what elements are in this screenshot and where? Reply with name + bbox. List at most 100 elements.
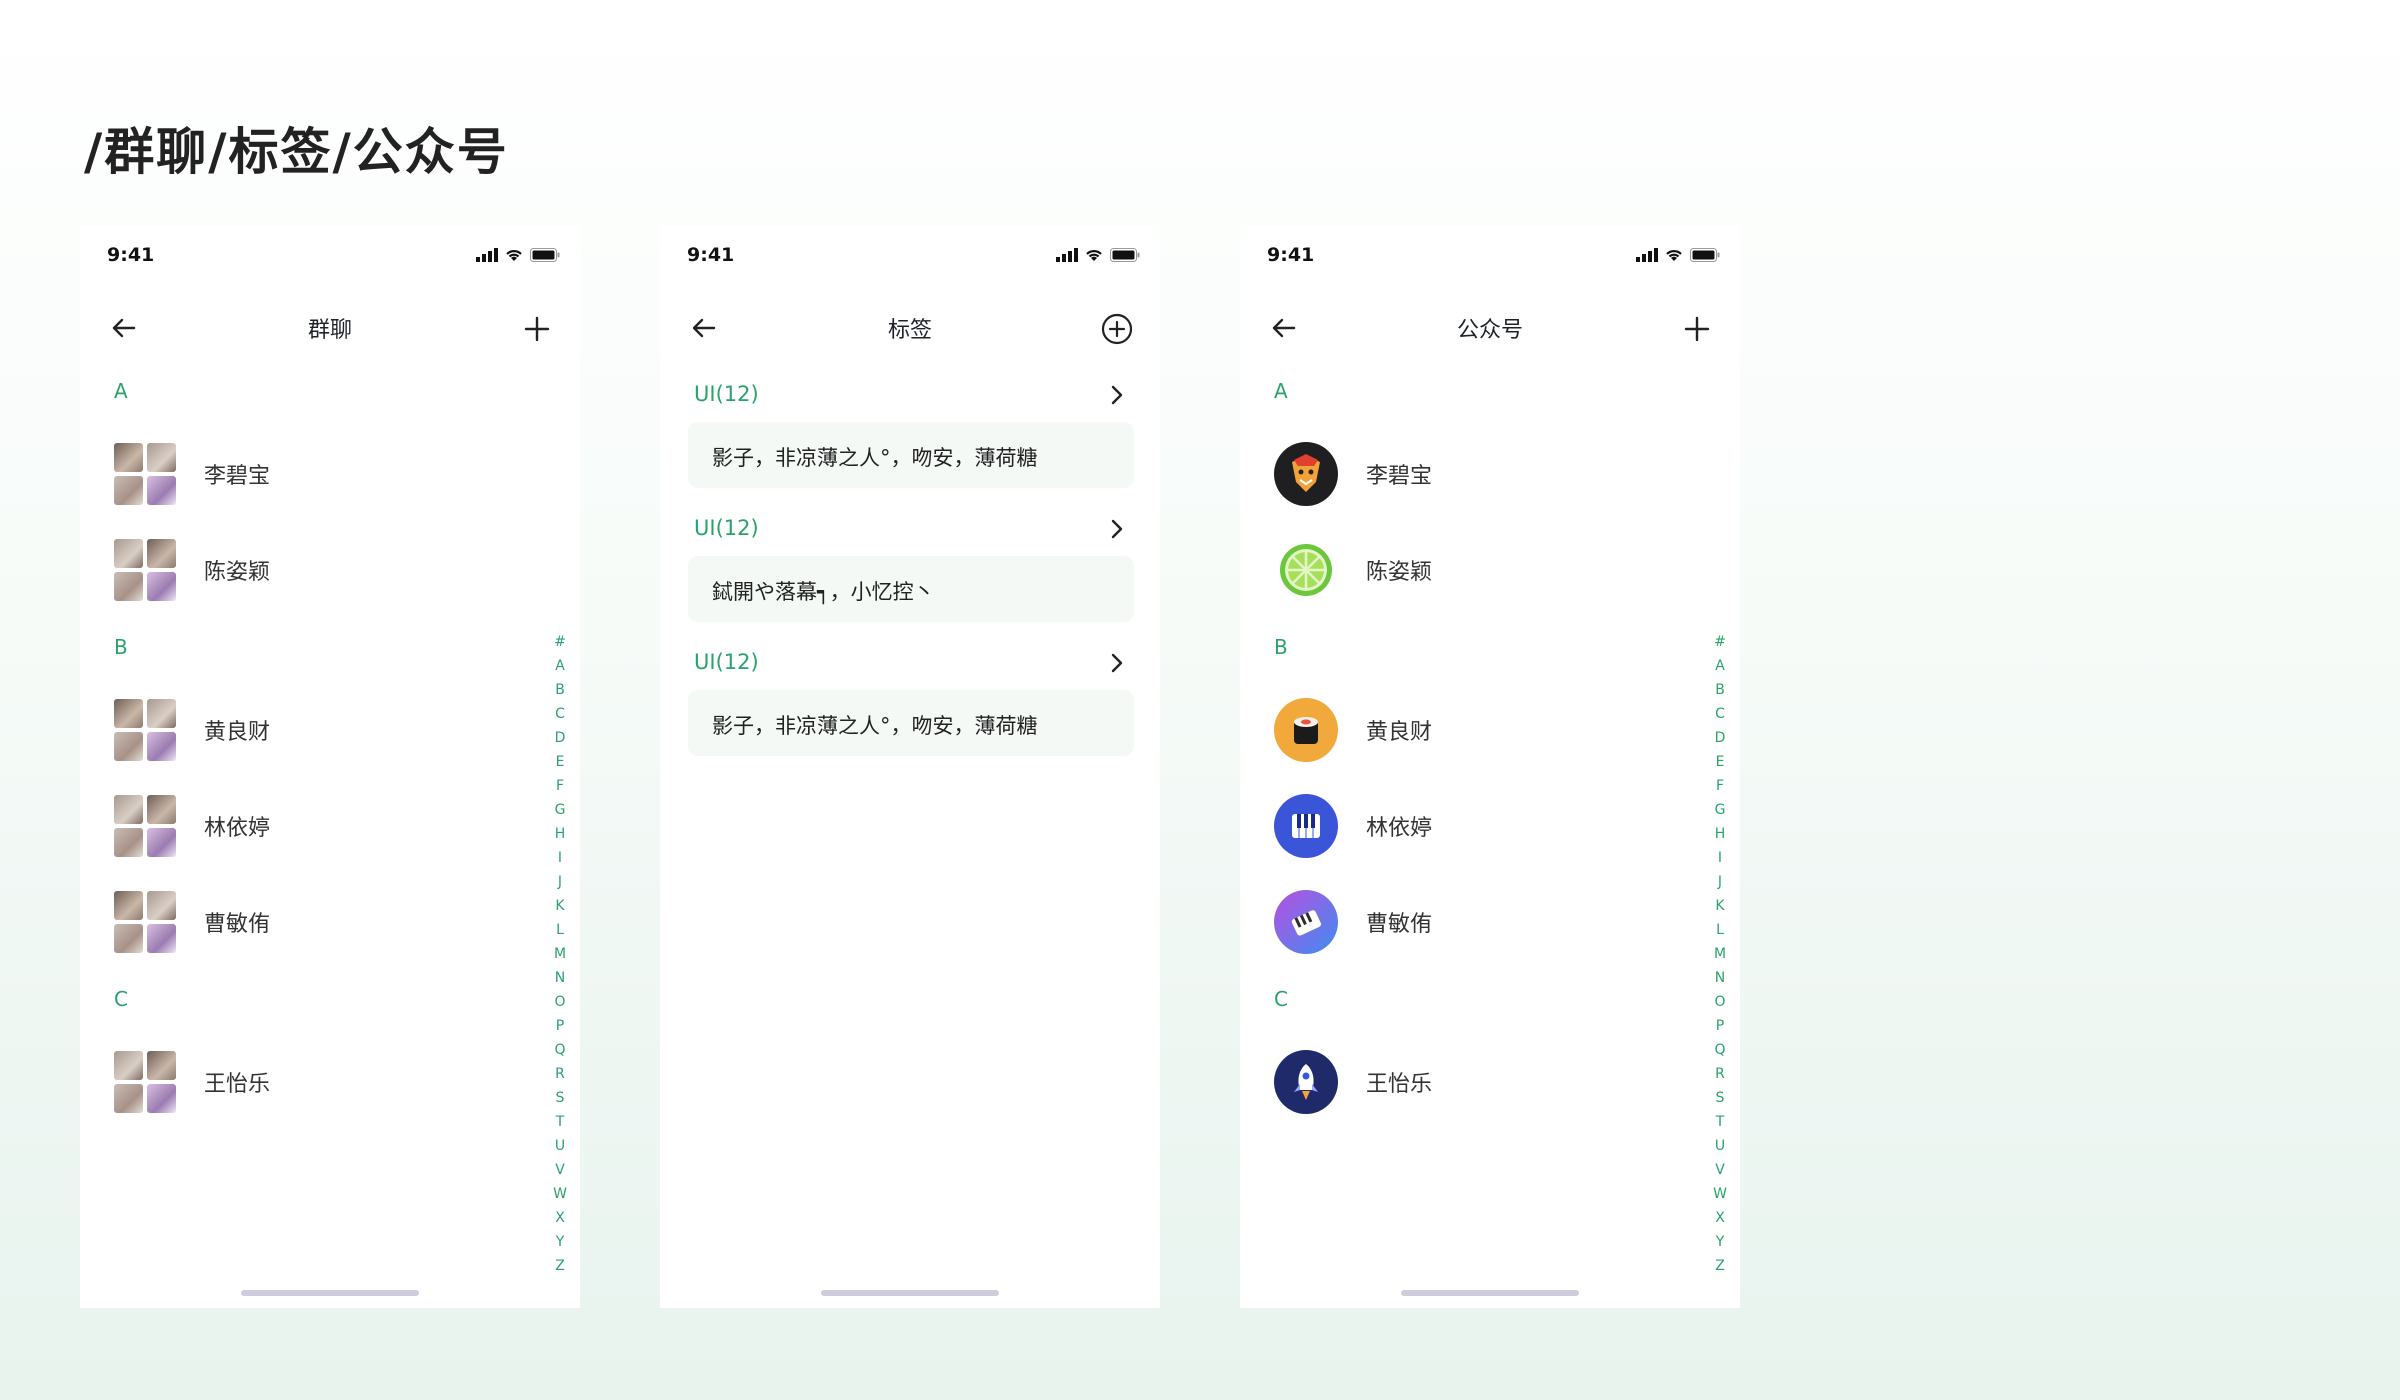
index-letter[interactable]: T bbox=[1716, 1110, 1725, 1134]
index-letter[interactable]: J bbox=[558, 870, 562, 894]
index-letter[interactable]: F bbox=[1716, 774, 1724, 798]
index-letter[interactable]: # bbox=[554, 630, 566, 654]
tag-members[interactable]: 鋱開や落幕┑，小忆控丶 bbox=[688, 556, 1134, 622]
group-avatar bbox=[114, 443, 176, 505]
index-letter[interactable]: W bbox=[1713, 1182, 1727, 1206]
account-row[interactable]: 林依婷 bbox=[1274, 792, 1654, 860]
index-letter[interactable]: C bbox=[555, 702, 565, 726]
account-name: 王怡乐 bbox=[1366, 1072, 1433, 1097]
index-letter[interactable]: J bbox=[1718, 870, 1722, 894]
status-bar: 9:41 bbox=[1240, 226, 1740, 286]
index-letter[interactable]: V bbox=[555, 1158, 565, 1182]
index-letter[interactable]: Q bbox=[1714, 1038, 1725, 1062]
index-letter[interactable]: S bbox=[556, 1086, 565, 1110]
account-row[interactable]: 王怡乐 bbox=[1274, 1048, 1654, 1116]
battery-icon bbox=[1110, 248, 1140, 262]
account-row[interactable]: 陈姿颖 bbox=[1274, 536, 1654, 604]
plus-icon[interactable] bbox=[520, 312, 554, 346]
index-letter[interactable]: R bbox=[555, 1062, 565, 1086]
group-row[interactable]: 李碧宝 bbox=[114, 440, 494, 508]
index-letter[interactable]: R bbox=[1715, 1062, 1725, 1086]
index-letter[interactable]: Z bbox=[1715, 1254, 1725, 1278]
wifi-icon bbox=[1086, 250, 1102, 261]
index-letter[interactable]: A bbox=[1715, 654, 1725, 678]
nav-title: 群聊 bbox=[307, 318, 352, 343]
index-letter[interactable]: L bbox=[556, 918, 564, 942]
index-letter[interactable]: N bbox=[1715, 966, 1725, 990]
index-letter[interactable]: U bbox=[555, 1134, 565, 1158]
index-letter[interactable]: S bbox=[1716, 1086, 1725, 1110]
index-letter[interactable]: K bbox=[1715, 894, 1724, 918]
signal-icon bbox=[1056, 248, 1078, 262]
account-row[interactable]: 李碧宝 bbox=[1274, 440, 1654, 508]
account-name: 曹敏侑 bbox=[1366, 912, 1433, 937]
signal-icon bbox=[1636, 248, 1658, 262]
group-row[interactable]: 林依婷 bbox=[114, 792, 494, 860]
index-letter[interactable]: H bbox=[1715, 822, 1726, 846]
battery-icon bbox=[530, 248, 560, 262]
index-letter[interactable]: E bbox=[1716, 750, 1725, 774]
index-letter[interactable]: O bbox=[554, 990, 565, 1014]
group-row[interactable]: 黄良财 bbox=[114, 696, 494, 764]
index-letter[interactable]: C bbox=[1715, 702, 1725, 726]
account-row[interactable]: 黄良财 bbox=[1274, 696, 1654, 764]
index-letter[interactable]: N bbox=[555, 966, 565, 990]
index-letter[interactable]: D bbox=[555, 726, 566, 750]
tag-members[interactable]: 影子，非凉薄之人°，吻安，薄荷糖 bbox=[688, 690, 1134, 756]
group-row[interactable]: 曹敏侑 bbox=[114, 888, 494, 956]
chevron-right-icon bbox=[1111, 519, 1123, 539]
index-letter[interactable]: P bbox=[556, 1014, 564, 1038]
index-letter[interactable]: U bbox=[1715, 1134, 1725, 1158]
index-letter[interactable]: I bbox=[558, 846, 562, 870]
index-letter[interactable]: D bbox=[1715, 726, 1726, 750]
tag-header[interactable]: UI(12) bbox=[694, 510, 1134, 550]
account-row[interactable]: 曹敏侑 bbox=[1274, 888, 1654, 956]
piano-icon bbox=[1274, 794, 1338, 858]
index-letter[interactable]: # bbox=[1714, 630, 1726, 654]
index-letter[interactable]: G bbox=[1715, 798, 1726, 822]
tag-members[interactable]: 影子，非凉薄之人°，吻安，薄荷糖 bbox=[688, 422, 1134, 488]
alphabet-index[interactable]: # A B C D E F G H I J K L M N O P Q R S T U V W X Y Z bbox=[1710, 630, 1730, 1278]
status-time: 9:41 bbox=[107, 244, 155, 266]
status-bar: 9:41 bbox=[660, 226, 1160, 286]
index-letter[interactable]: W bbox=[553, 1182, 567, 1206]
index-letter[interactable]: F bbox=[556, 774, 564, 798]
plus-circle-icon[interactable] bbox=[1100, 312, 1134, 346]
index-letter[interactable]: A bbox=[555, 654, 565, 678]
status-time: 9:41 bbox=[1267, 244, 1315, 266]
group-name: 曹敏侑 bbox=[204, 912, 271, 937]
index-letter[interactable]: M bbox=[554, 942, 566, 966]
index-letter[interactable]: M bbox=[1714, 942, 1726, 966]
group-row[interactable]: 王怡乐 bbox=[114, 1048, 494, 1116]
index-letter[interactable]: Z bbox=[555, 1254, 565, 1278]
group-name: 林依婷 bbox=[204, 816, 271, 841]
index-letter[interactable]: X bbox=[1715, 1206, 1725, 1230]
index-letter[interactable]: K bbox=[555, 894, 564, 918]
index-letter[interactable]: B bbox=[1715, 678, 1725, 702]
index-letter[interactable]: E bbox=[556, 750, 565, 774]
index-letter[interactable]: Q bbox=[554, 1038, 565, 1062]
index-letter[interactable]: H bbox=[555, 822, 566, 846]
tag-label: UI(12) bbox=[694, 382, 759, 406]
index-letter[interactable]: B bbox=[555, 678, 565, 702]
account-name: 李碧宝 bbox=[1366, 464, 1433, 489]
index-letter[interactable]: Y bbox=[1716, 1230, 1725, 1254]
home-indicator bbox=[821, 1290, 999, 1296]
tag-header[interactable]: UI(12) bbox=[694, 644, 1134, 684]
index-letter[interactable]: O bbox=[1714, 990, 1725, 1014]
index-letter[interactable]: Y bbox=[556, 1230, 565, 1254]
index-letter[interactable]: G bbox=[555, 798, 566, 822]
index-letter[interactable]: I bbox=[1718, 846, 1722, 870]
lime-icon bbox=[1274, 538, 1338, 602]
status-bar: 9:41 bbox=[80, 226, 580, 286]
index-letter[interactable]: P bbox=[1716, 1014, 1724, 1038]
alphabet-index[interactable]: # A B C D E F G H I J K L M N O P Q R S T U V W X Y Z bbox=[550, 630, 570, 1278]
index-letter[interactable]: T bbox=[556, 1110, 565, 1134]
section-letter: C bbox=[1274, 987, 1288, 1011]
index-letter[interactable]: V bbox=[1715, 1158, 1725, 1182]
group-row[interactable]: 陈姿颖 bbox=[114, 536, 494, 604]
tag-header[interactable]: UI(12) bbox=[694, 376, 1134, 416]
index-letter[interactable]: X bbox=[555, 1206, 565, 1230]
plus-icon[interactable] bbox=[1680, 312, 1714, 346]
index-letter[interactable]: L bbox=[1716, 918, 1724, 942]
